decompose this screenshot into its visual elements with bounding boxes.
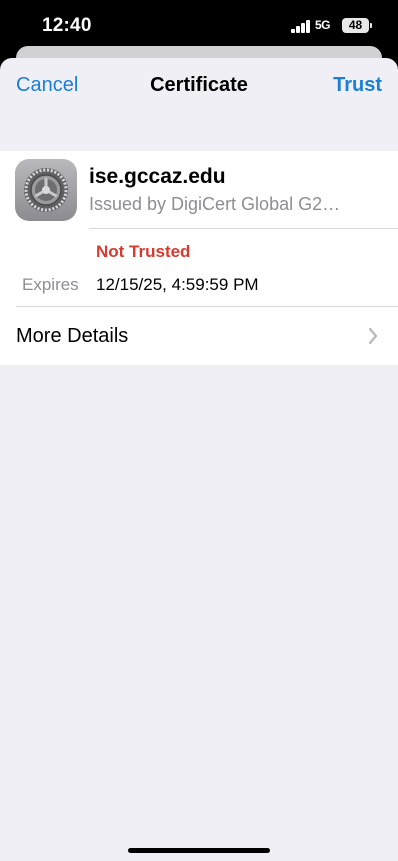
trust-status: Not Trusted xyxy=(96,242,191,261)
more-details-label: More Details xyxy=(16,325,129,347)
certificate-card: ise.gccaz.edu Issued by DigiCert Global … xyxy=(0,151,398,365)
divider xyxy=(89,228,398,229)
trust-button[interactable]: Trust xyxy=(333,74,382,97)
status-time: 12:40 xyxy=(42,15,92,36)
status-bar: 12:40 5G 48 xyxy=(0,0,398,52)
certificate-issuer: Issued by DigiCert Global G2… xyxy=(89,194,341,214)
cancel-button[interactable]: Cancel xyxy=(16,74,78,97)
certificate-host: ise.gccaz.edu xyxy=(89,165,226,188)
home-indicator[interactable] xyxy=(128,848,270,853)
network-type: 5G xyxy=(315,18,331,32)
battery-cap xyxy=(370,23,372,28)
battery-icon: 48 xyxy=(342,18,369,33)
cellular-signal-icon xyxy=(291,20,311,33)
battery-level: 48 xyxy=(348,18,363,32)
expires-value: 12/15/25, 4:59:59 PM xyxy=(96,275,259,294)
certificate-gear-icon xyxy=(15,159,77,221)
navigation-bar: Cancel Certificate Trust xyxy=(0,58,398,114)
more-details-row[interactable]: More Details xyxy=(0,307,398,365)
certificate-sheet: Cancel Certificate Trust ise.gccaz.edu I… xyxy=(0,58,398,861)
expires-label: Expires xyxy=(22,275,79,294)
chevron-right-icon xyxy=(368,327,378,345)
